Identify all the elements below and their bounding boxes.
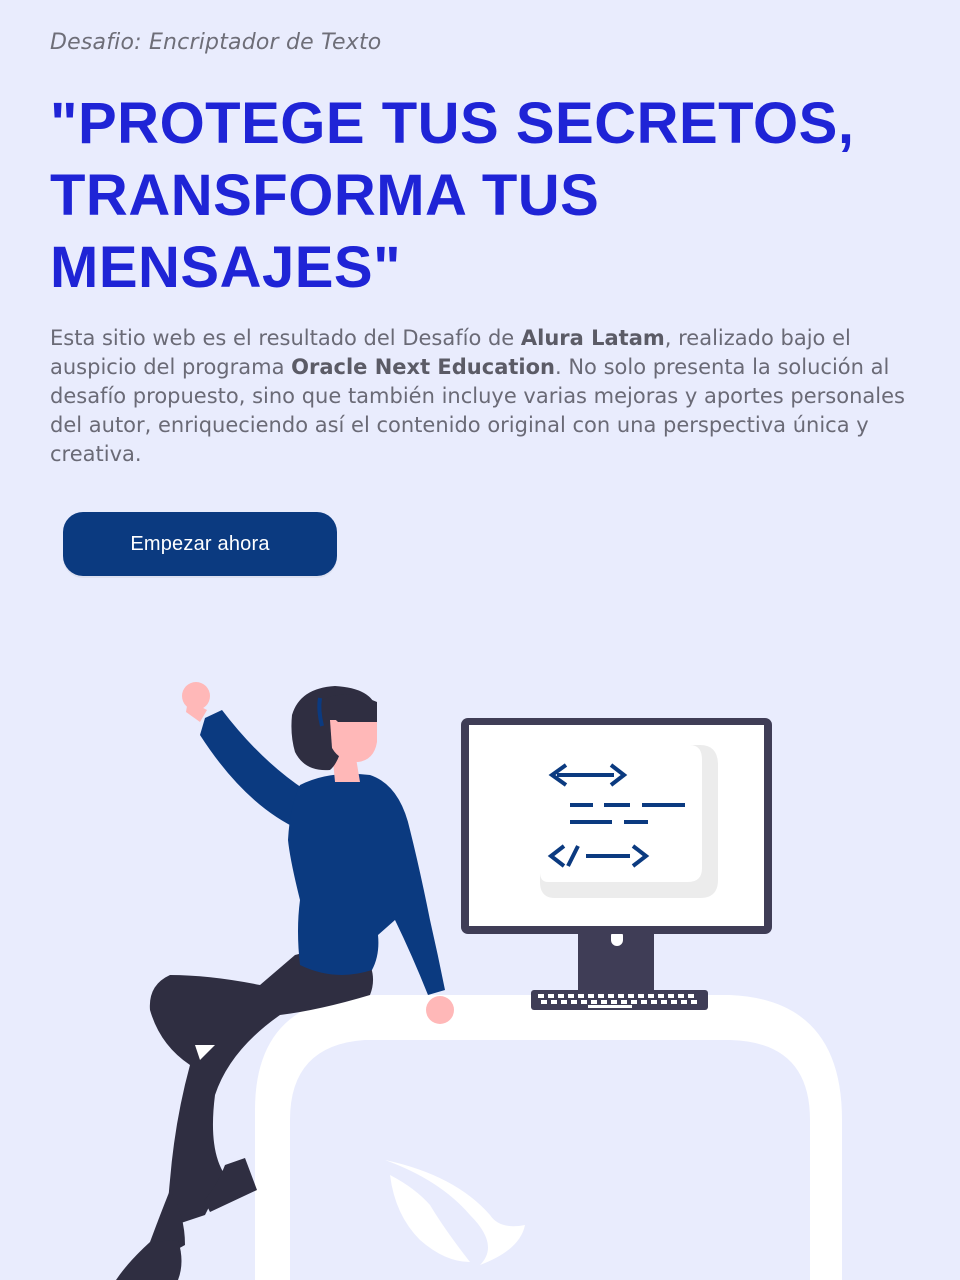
- intro-paragraph: Esta sitio web es el resultado del Desaf…: [50, 324, 920, 469]
- monitor: [461, 718, 772, 994]
- woman-at-computer-illustration: [116, 682, 842, 1280]
- oracle-next-education-bold: Oracle Next Education: [291, 355, 555, 379]
- desk-arch: [255, 995, 842, 1280]
- page-title: "PROTEGE TUS SECRETOS, TRANSFORMA TUS ME…: [50, 91, 855, 300]
- start-now-button[interactable]: Empezar ahora: [63, 512, 337, 576]
- landing-page: Desafio: Encriptador de Texto "PROTEGE T…: [0, 0, 960, 1280]
- shoe: [116, 1240, 182, 1280]
- alura-latam-bold: Alura Latam: [520, 326, 665, 350]
- intro-text-1: Esta sitio web es el resultado del Desaf…: [50, 326, 521, 350]
- keyboard: [531, 990, 708, 1010]
- challenge-subtitle: Desafio: Encriptador de Texto: [50, 30, 382, 55]
